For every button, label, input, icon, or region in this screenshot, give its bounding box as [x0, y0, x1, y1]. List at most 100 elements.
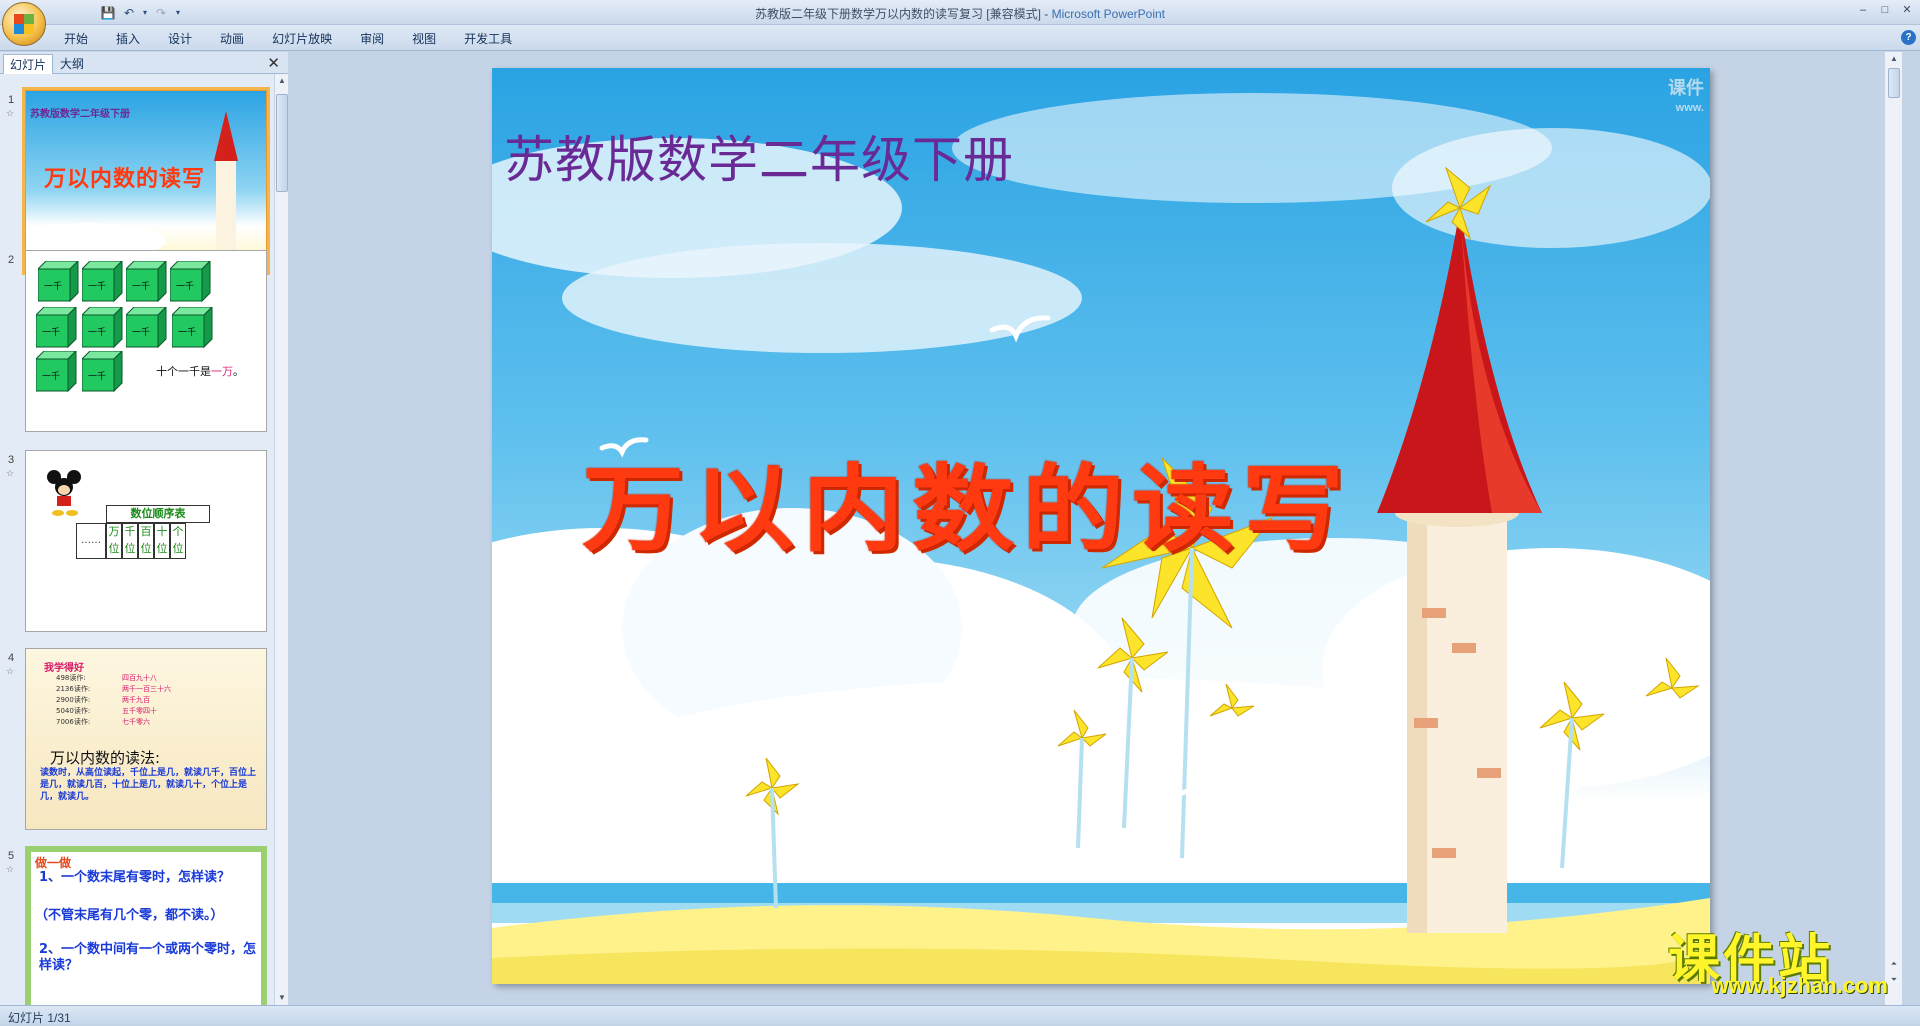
place-col: 个位	[170, 523, 186, 559]
reading-row: 498读作: 四百九十八	[56, 673, 206, 684]
watermark-url: www.kjzhan.com	[1712, 973, 1888, 999]
slide-thumbnail-1[interactable]: 苏教版数学二年级下册 万以内数的读写	[25, 90, 267, 272]
rule-title: 万以内数的读法:	[50, 747, 160, 768]
cube-label: 一千	[176, 279, 194, 292]
office-logo-icon	[12, 12, 36, 36]
thumbnail-scrollbar[interactable]: ▲ ▼	[274, 74, 288, 1005]
help-icon[interactable]: ?	[1901, 30, 1916, 45]
window-title: 苏教版二年级下册数学万以内数的读写复习 [兼容模式] - Microsoft P…	[0, 5, 1920, 22]
main-scrollbar[interactable]: ▲ ⏶ ⏷	[1884, 52, 1902, 1005]
tab-view[interactable]: 视图	[398, 29, 450, 49]
reading-value: 四百九十八	[122, 673, 157, 683]
thumb-caption: 十个一千是一万。	[156, 363, 244, 379]
close-button[interactable]: ✕	[1896, 0, 1918, 20]
thumb-number: 2	[8, 254, 14, 266]
reading-row: 7006读作: 七千零六	[56, 717, 206, 728]
scroll-thumb[interactable]	[1888, 68, 1900, 98]
question-2: 2、一个数中间有一个或两个零时，怎样读？	[39, 942, 257, 974]
current-slide[interactable]: 课件www. 苏教版数学二年级下册 万以内数的读写	[492, 68, 1710, 984]
reading-number: 2136读作:	[56, 684, 90, 694]
slide-counter: 幻灯片 1/31	[8, 1009, 71, 1026]
tab-insert[interactable]: 插入	[102, 29, 154, 49]
table-title: 数位顺序表	[106, 505, 210, 523]
tab-developer[interactable]: 开发工具	[450, 29, 526, 49]
place-col: 十位	[154, 523, 170, 559]
slide-title[interactable]: 万以内数的读写	[582, 434, 1352, 569]
reading-row: 2900读作: 两千九百	[56, 695, 206, 706]
mickey-illustration	[44, 469, 88, 519]
title-bar: 💾 ↶ ▾ ↷ ▾ 苏教版二年级下册数学万以内数的读写复习 [兼容模式] - M…	[0, 0, 1920, 25]
reading-number: 7006读作:	[56, 717, 90, 727]
thousand-cube: 一千	[172, 307, 212, 347]
site-watermark: 课件站 www.kjzhan.com	[1668, 917, 1898, 1007]
tab-design[interactable]: 设计	[154, 29, 206, 49]
minimize-button[interactable]: –	[1852, 0, 1874, 20]
place-col: 万位	[106, 523, 122, 559]
thumb-number: 4	[8, 652, 14, 664]
transition-star-icon: ☆	[6, 864, 14, 875]
thousand-cube: 一千	[82, 307, 122, 347]
thousand-cube: 一千	[82, 261, 122, 301]
reading-value: 两千九百	[122, 695, 150, 705]
table-ellipsis: ……	[76, 523, 106, 559]
transition-star-icon: ☆	[6, 666, 14, 677]
cube-label: 一千	[44, 279, 62, 292]
thumb-heading: 我学得好	[44, 659, 84, 674]
thumb-tower-illustration	[26, 91, 267, 272]
scroll-down-icon[interactable]: ▼	[275, 991, 289, 1005]
slide-thumbnail-2[interactable]: 一千一千一千一千一千一千一千一千一千一千 十个一千是一万。	[25, 250, 267, 432]
scroll-up-icon[interactable]: ▲	[275, 74, 289, 88]
cube-label: 一千	[88, 279, 106, 292]
transition-star-icon: ☆	[6, 108, 14, 119]
reading-row: 2136读作: 两千一百三十六	[56, 684, 206, 695]
tab-slides[interactable]: 幻灯片	[3, 54, 53, 74]
tab-home[interactable]: 开始	[50, 29, 102, 49]
reading-number: 5040读作:	[56, 706, 90, 716]
scroll-up-icon[interactable]: ▲	[1887, 52, 1901, 66]
cube-label: 一千	[132, 279, 150, 292]
thousand-cube: 一千	[126, 261, 166, 301]
corner-watermark: 课件www.	[1668, 78, 1704, 118]
reading-value: 两千一百三十六	[122, 684, 171, 694]
transition-star-icon: ☆	[6, 468, 14, 479]
slides-panel: 幻灯片 大纲 ✕ 1 ☆ 苏教版数学二年级下册 万以内数的读写 2 一千一千一千…	[0, 52, 288, 1005]
reading-number: 2900读作:	[56, 695, 90, 705]
ribbon: 开始 插入 设计 动画 幻灯片放映 审阅 视图 开发工具 ?	[0, 25, 1920, 51]
tab-outline[interactable]: 大纲	[54, 54, 90, 74]
answer-1: （不管末尾有几个零，都不读。）	[35, 904, 257, 923]
thumb-number: 3	[8, 454, 14, 466]
close-panel-icon[interactable]: ✕	[267, 54, 280, 72]
scroll-thumb[interactable]	[276, 94, 288, 192]
cube-label: 一千	[42, 325, 60, 338]
reading-row: 5040读作: 五千零四十	[56, 706, 206, 717]
cube-label: 一千	[132, 325, 150, 338]
tab-animations[interactable]: 动画	[206, 29, 258, 49]
maximize-button[interactable]: □	[1874, 0, 1896, 20]
cube-label: 一千	[42, 369, 60, 382]
reading-number: 498读作:	[56, 673, 86, 683]
slide-thumbnail-4[interactable]: 我学得好 498读作: 四百九十八 2136读作: 两千一百三十六 2900读作: 两千九…	[25, 648, 267, 830]
thousand-cube: 一千	[82, 351, 122, 391]
thousand-cube: 一千	[36, 307, 76, 347]
reading-value: 五千零四十	[122, 706, 157, 716]
office-button[interactable]	[2, 2, 46, 46]
cube-label: 一千	[88, 369, 106, 382]
thousand-cube: 一千	[38, 261, 78, 301]
status-bar: 幻灯片 1/31	[0, 1005, 1920, 1025]
place-col: 百位	[138, 523, 154, 559]
thumb-number: 1	[8, 94, 14, 106]
slide-thumbnail-5[interactable]: 做一做 1、一个数末尾有零时，怎样读？ （不管末尾有几个零，都不读。） 2、一个…	[25, 846, 267, 1005]
cube-label: 一千	[88, 325, 106, 338]
thumb-heading: 做一做	[35, 854, 71, 871]
tab-slideshow[interactable]: 幻灯片放映	[258, 29, 346, 49]
thumb-number: 5	[8, 850, 14, 862]
thousand-cube: 一千	[36, 351, 76, 391]
slide-subtitle[interactable]: 苏教版数学二年级下册	[504, 120, 1014, 192]
reading-value: 七千零六	[122, 717, 150, 727]
slide-editor: 课件www. 苏教版数学二年级下册 万以内数的读写 ▲ ⏶ ⏷	[289, 52, 1902, 1005]
slide-thumbnail-3[interactable]: 数位顺序表 …… 万位 千位 百位 十位 个位	[25, 450, 267, 632]
thousand-cube: 一千	[126, 307, 166, 347]
tab-review[interactable]: 审阅	[346, 29, 398, 49]
thousand-cube: 一千	[170, 261, 210, 301]
place-value-columns: 万位 千位 百位 十位 个位	[106, 523, 186, 559]
